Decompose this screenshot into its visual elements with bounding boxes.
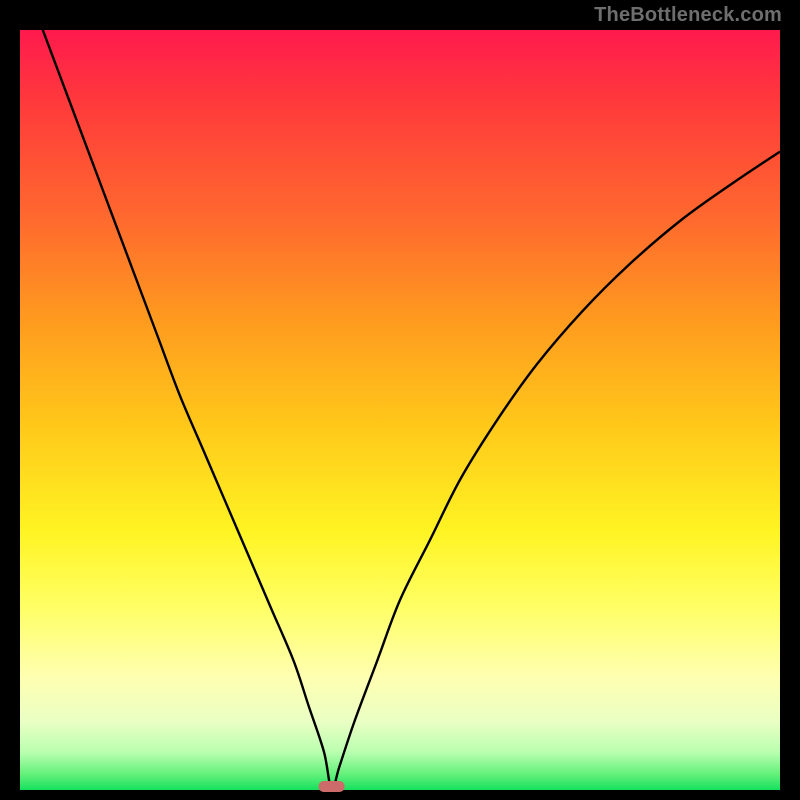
minimum-marker: [319, 781, 345, 792]
chart-frame: TheBottleneck.com: [0, 0, 800, 800]
plot-area: [20, 30, 780, 790]
curve-layer: [20, 30, 780, 790]
attribution-label: TheBottleneck.com: [594, 4, 782, 27]
bottleneck-curve: [43, 30, 780, 790]
